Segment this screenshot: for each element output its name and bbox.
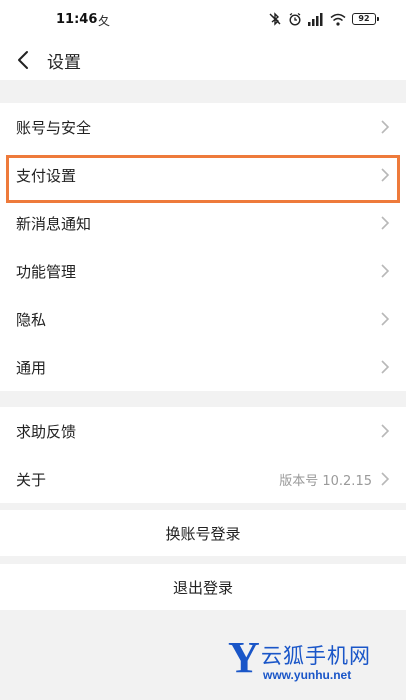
settings-item-label: 新消息通知 <box>16 214 92 233</box>
settings-item-label: 关于 <box>16 470 47 489</box>
version-value: 版本号 10.2.15 <box>279 474 372 489</box>
notification-icon: 夂 <box>98 14 111 28</box>
settings-item-about[interactable]: 关于 版本号 10.2.15 <box>0 455 406 503</box>
settings-item-label: 求助反馈 <box>16 422 77 441</box>
chevron-right-icon <box>381 168 390 182</box>
settings-item-notifications[interactable]: 新消息通知 <box>0 199 406 247</box>
settings-item-label: 账号与安全 <box>16 118 92 137</box>
wifi-icon <box>330 13 346 26</box>
signal-icon <box>308 12 323 26</box>
settings-item-label: 隐私 <box>16 310 47 329</box>
bluetooth-off-icon <box>269 12 281 26</box>
settings-item-feedback[interactable]: 求助反馈 <box>0 407 406 455</box>
settings-item-label: 功能管理 <box>16 262 77 281</box>
chevron-right-icon <box>381 216 390 230</box>
settings-item-payment[interactable]: 支付设置 <box>0 151 406 199</box>
chevron-left-icon[interactable] <box>14 48 36 72</box>
settings-item-account-security[interactable]: 账号与安全 <box>0 103 406 151</box>
chevron-right-icon <box>381 120 390 134</box>
watermark-letter: Y <box>228 633 260 682</box>
settings-item-label: 通用 <box>16 358 47 377</box>
settings-item-label: 支付设置 <box>16 166 77 185</box>
logout-button[interactable]: 退出登录 <box>0 564 406 610</box>
watermark-name: 云狐手机网 <box>261 644 371 668</box>
battery-icon: 92 <box>352 13 379 25</box>
settings-item-privacy[interactable]: 隐私 <box>0 295 406 343</box>
chevron-right-icon <box>381 472 390 486</box>
status-bar: 11:46 夂 92 <box>0 0 406 40</box>
chevron-right-icon <box>381 360 390 374</box>
status-icons: 92 <box>268 11 379 27</box>
watermark-url: www.yunhu.net <box>263 668 352 682</box>
chevron-right-icon <box>381 264 390 278</box>
settings-item-general[interactable]: 通用 <box>0 343 406 391</box>
status-time: 11:46 <box>56 12 98 27</box>
nav-bar: 设置 <box>0 40 406 80</box>
alarm-icon <box>289 12 301 26</box>
chevron-right-icon <box>381 312 390 326</box>
chevron-right-icon <box>381 424 390 438</box>
settings-group-help: 求助反馈 关于 版本号 10.2.15 <box>0 407 406 503</box>
watermark-logo: Y 云狐手机网 www.yunhu.net <box>228 634 398 690</box>
settings-item-features[interactable]: 功能管理 <box>0 247 406 295</box>
switch-account-button[interactable]: 换账号登录 <box>0 510 406 556</box>
settings-group-main: 账号与安全 支付设置 新消息通知 功能管理 隐私 通用 <box>0 103 406 391</box>
page-title: 设置 <box>47 53 81 73</box>
